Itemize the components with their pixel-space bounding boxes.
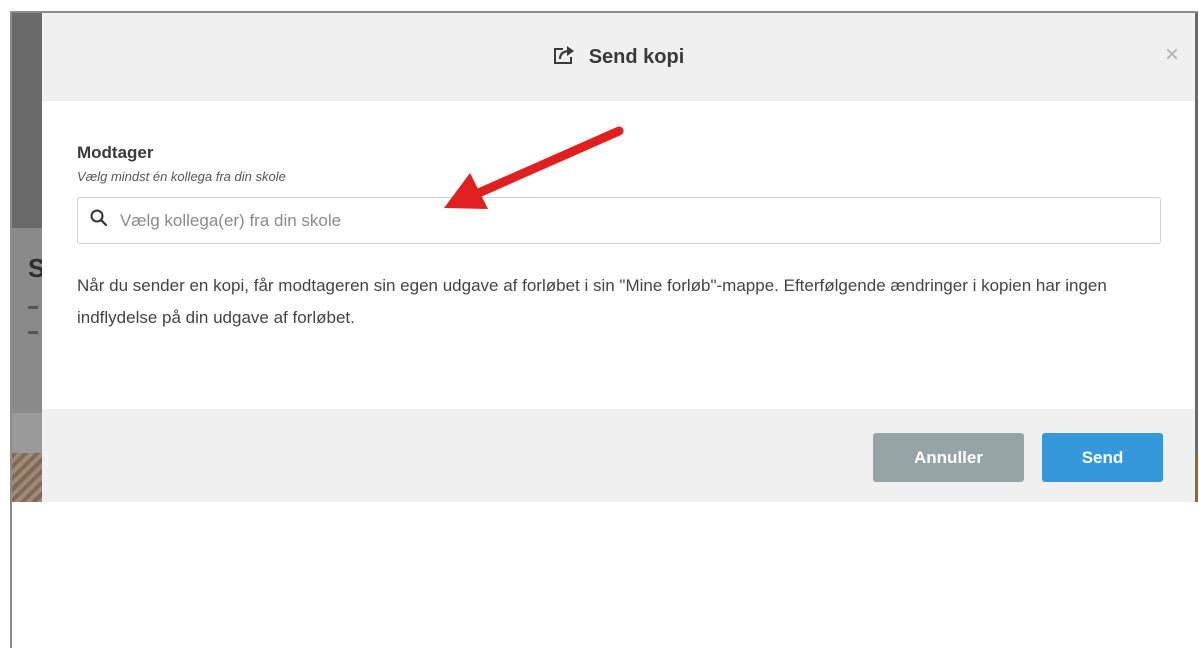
background-image	[1195, 453, 1198, 502]
background-text-fragment	[28, 306, 38, 309]
dialog-header: Send kopi ×	[42, 13, 1195, 101]
dialog-title: Send kopi	[588, 45, 685, 68]
send-copy-dialog: Send kopi × Modtager Vælg mindst én koll…	[42, 13, 1195, 502]
dialog-title-group: Send kopi	[553, 45, 685, 70]
screenshot-frame: S Send kopi × Modtager Vælg mindst én ko…	[10, 11, 1198, 648]
copy-info-text: Når du sender en kopi, får modtageren si…	[77, 276, 1107, 327]
cancel-button[interactable]: Annuller	[873, 433, 1024, 482]
share-icon	[553, 45, 577, 70]
background-text-fragment	[28, 331, 38, 334]
background-image	[12, 453, 42, 502]
red-arrow-icon	[444, 126, 624, 209]
dialog-footer: Annuller Send	[42, 409, 1195, 502]
search-icon	[90, 209, 108, 232]
close-icon[interactable]: ×	[1165, 43, 1179, 67]
background-page-right	[1195, 13, 1198, 502]
send-button[interactable]: Send	[1042, 433, 1163, 482]
background-page-left: S	[12, 13, 45, 502]
